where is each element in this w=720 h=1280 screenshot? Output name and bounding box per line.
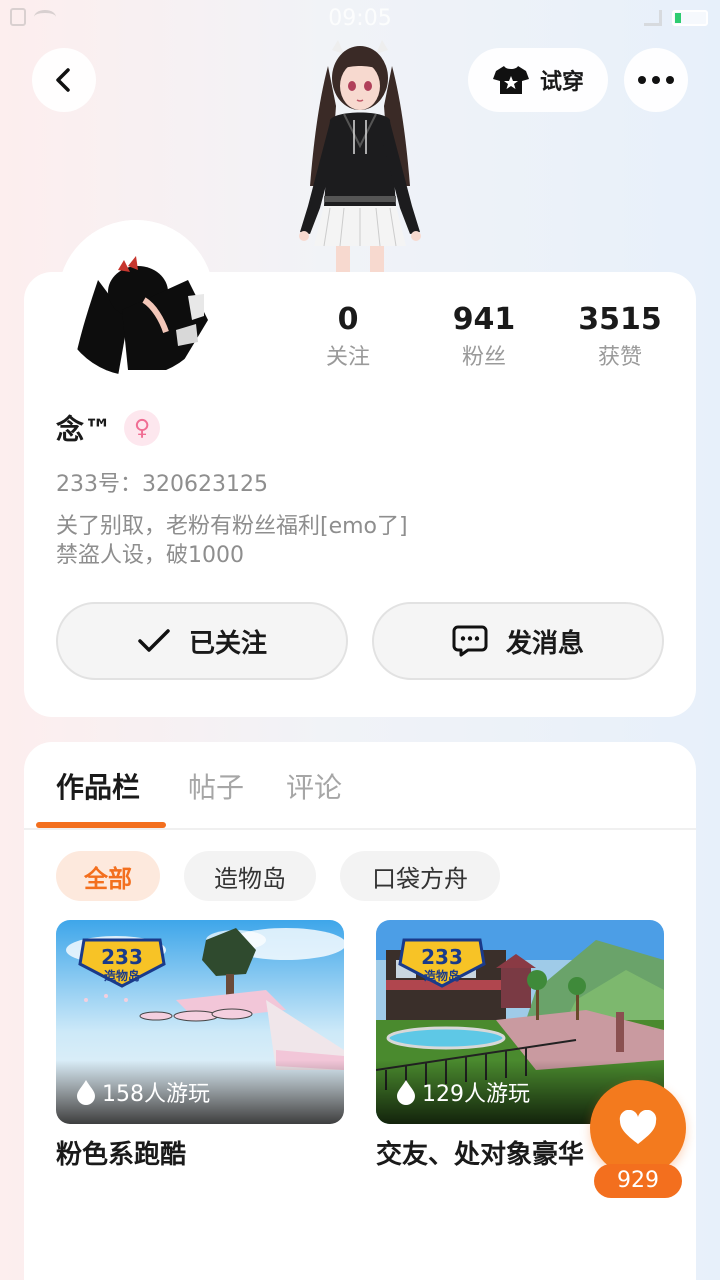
filter-all[interactable]: 全部 xyxy=(56,851,160,901)
tab-comments[interactable]: 评论 xyxy=(286,766,342,806)
like-count: 929 xyxy=(594,1164,682,1198)
bio-line: 关了别取，老粉有粉丝福利[emo了] xyxy=(56,514,408,539)
flame-icon xyxy=(397,1080,415,1105)
user-id[interactable]: 233号：320623125 xyxy=(56,466,268,498)
stat-likes-count: 3515 xyxy=(578,302,662,337)
status-bar: 09:05 xyxy=(0,0,720,40)
heart-icon xyxy=(619,1110,657,1144)
play-count: 129人游玩 xyxy=(396,1076,530,1108)
battery-icon xyxy=(672,10,708,26)
tshirt-icon xyxy=(492,66,529,94)
tab-divider xyxy=(24,828,696,830)
stat-fans-label: 粉丝 xyxy=(461,345,506,370)
tab-posts[interactable]: 帖子 xyxy=(188,766,244,806)
like-button[interactable] xyxy=(590,1080,686,1176)
flame-icon xyxy=(77,1080,95,1105)
creation-island-logo: 233 造物岛 xyxy=(398,938,486,988)
game-title[interactable]: 交友、处对象豪华 xyxy=(376,1134,584,1171)
avatar-image xyxy=(58,220,214,376)
stat-following[interactable]: 0 关注 xyxy=(288,300,408,376)
send-message-button[interactable]: 发消息 xyxy=(372,602,664,680)
send-message-label: 发消息 xyxy=(505,628,584,659)
stat-following-label: 关注 xyxy=(325,345,370,370)
filter-creation-island[interactable]: 造物岛 xyxy=(184,851,316,901)
stat-likes-label: 获赞 xyxy=(597,345,642,370)
svg-text:233: 233 xyxy=(421,945,463,969)
tab-works[interactable]: 作品栏 xyxy=(56,766,140,806)
more-icon xyxy=(638,76,674,84)
back-button[interactable] xyxy=(32,48,96,112)
game-title[interactable]: 粉色系跑酷 xyxy=(56,1134,186,1171)
stats-row: 0 关注 941 粉丝 3515 获赞 xyxy=(280,300,690,380)
bio: 关了别取，老粉有粉丝福利[emo了] 禁盗人设，破1000 xyxy=(56,512,408,570)
stat-likes[interactable]: 3515 获赞 xyxy=(560,300,680,376)
creation-island-logo: 233 造物岛 xyxy=(78,938,166,988)
game-card[interactable]: 233 造物岛 158人游玩 xyxy=(56,920,344,1124)
play-count-text: 158人游玩 xyxy=(102,1082,210,1107)
signal-icon xyxy=(644,10,662,26)
checkmark-icon xyxy=(138,629,170,652)
svg-text:造物岛: 造物岛 xyxy=(424,968,460,983)
chevron-left-icon xyxy=(56,68,70,92)
status-time: 09:05 xyxy=(328,6,392,31)
female-icon: ♀ xyxy=(124,410,161,446)
play-count: 158人游玩 xyxy=(76,1076,210,1108)
avatar[interactable] xyxy=(58,220,214,376)
play-count-text: 129人游玩 xyxy=(422,1082,530,1107)
try-on-label: 试穿 xyxy=(539,70,584,95)
bio-line: 禁盗人设，破1000 xyxy=(56,543,244,568)
character-figure xyxy=(299,40,421,276)
username: 念™ xyxy=(56,413,113,446)
stat-fans-count: 941 xyxy=(452,302,516,337)
stat-fans[interactable]: 941 粉丝 xyxy=(424,300,544,376)
chat-bubble-icon xyxy=(452,625,488,657)
filter-pocket-ark[interactable]: 口袋方舟 xyxy=(340,851,500,901)
try-on-button[interactable]: 试穿 xyxy=(468,48,608,112)
svg-text:造物岛: 造物岛 xyxy=(104,968,140,983)
stat-following-count: 0 xyxy=(337,302,359,337)
following-label: 已关注 xyxy=(188,628,267,659)
following-button[interactable]: 已关注 xyxy=(56,602,348,680)
svg-text:233: 233 xyxy=(101,945,143,969)
more-button[interactable] xyxy=(624,48,688,112)
name-row: 念™ ♀ xyxy=(56,408,161,448)
